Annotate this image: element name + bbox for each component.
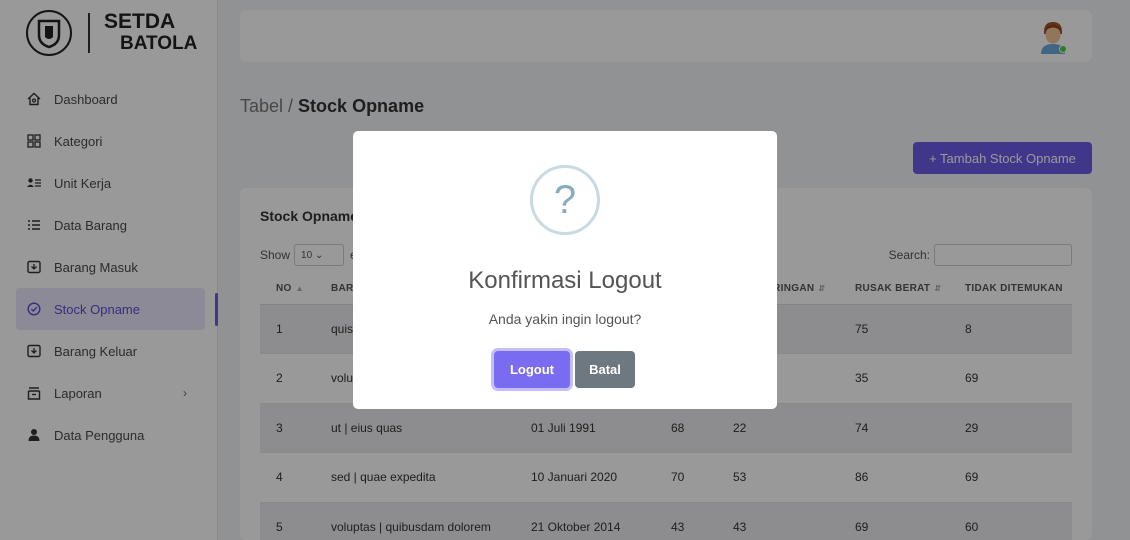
- logout-confirm-dialog: ? Konfirmasi Logout Anda yakin ingin log…: [353, 131, 777, 409]
- dialog-message: Anda yakin ingin logout?: [488, 311, 642, 327]
- dialog-title: Konfirmasi Logout: [468, 267, 662, 294]
- question-icon: ?: [530, 165, 600, 235]
- cancel-button[interactable]: Batal: [575, 351, 635, 388]
- logout-button[interactable]: Logout: [494, 351, 570, 388]
- question-icon-glyph: ?: [553, 177, 577, 222]
